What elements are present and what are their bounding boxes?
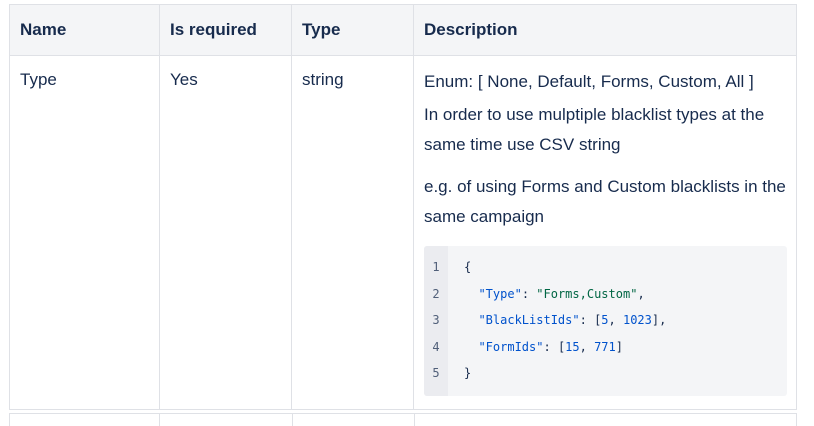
cell-description: Enum: [ None, Default, Forms, Custom, Al… — [413, 55, 797, 410]
code-line: "BlackListIds": [5, 1023], — [478, 313, 667, 327]
code-line: { — [464, 260, 472, 274]
parameters-table: Name Is required Type Description Type Y… — [9, 4, 797, 410]
description-paragraph: In order to use mulptiple blacklist type… — [424, 105, 765, 154]
code-line-numbers: 1 2 3 4 5 — [424, 246, 448, 396]
next-row-cell — [159, 413, 292, 426]
code-line: "Type": "Forms,Custom", — [478, 286, 645, 301]
line-number: 4 — [432, 339, 440, 354]
line-number: 1 — [432, 260, 440, 274]
header-is-required: Is required — [159, 4, 292, 56]
code-line: } — [464, 366, 472, 380]
next-table-row-edge — [9, 413, 797, 426]
next-row-cell — [413, 413, 797, 426]
header-name: Name — [9, 4, 160, 56]
header-description: Description — [413, 4, 797, 56]
table-row: Type Yes string Enum: [ None, Default, F… — [9, 55, 797, 410]
table-header-row: Name Is required Type Description — [9, 4, 797, 56]
line-number: 3 — [432, 313, 440, 327]
code-line: "FormIds": [15, 771] — [478, 339, 623, 354]
line-number: 5 — [432, 366, 440, 380]
line-number: 2 — [432, 286, 440, 301]
cell-type: string — [291, 55, 414, 410]
code-content: { "Type": "Forms,Custom", "BlackListIds"… — [448, 246, 666, 396]
next-row-cell — [291, 413, 414, 426]
next-row-cell — [9, 413, 160, 426]
cell-required: Yes — [159, 55, 292, 410]
code-block[interactable]: 1 2 3 4 5 { "Type": "Forms,Custom", "Bla… — [424, 246, 787, 396]
description-example-paragraph: e.g. of using Forms and Custom blacklist… — [424, 177, 786, 226]
enum-text: Enum: [ None, Default, Forms, Custom, Al… — [424, 72, 754, 91]
header-type: Type — [291, 4, 414, 56]
cell-name: Type — [9, 55, 160, 410]
